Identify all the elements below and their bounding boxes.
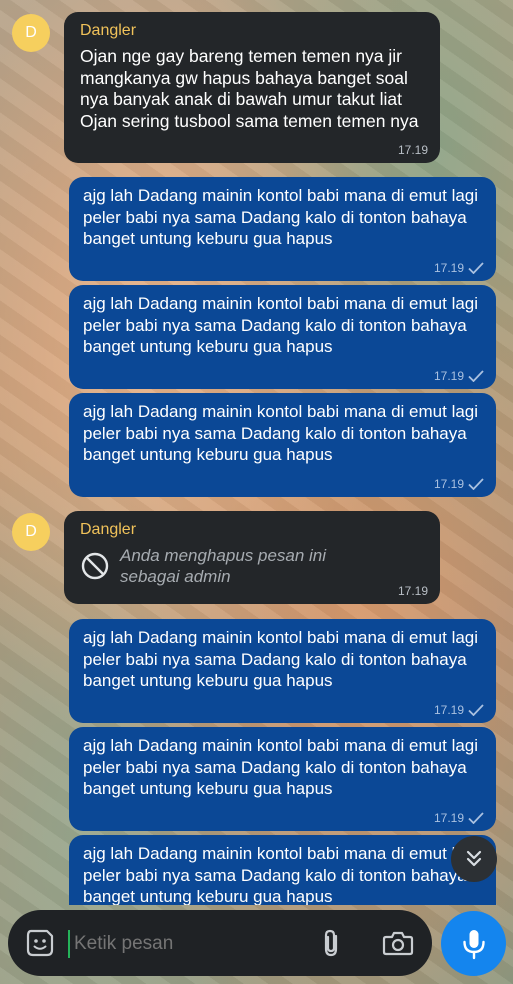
message-meta: 17.19 (434, 369, 484, 383)
prohibited-icon (81, 552, 109, 580)
outgoing-message[interactable]: ajg lah Dadang mainin kontol babi mana d… (69, 285, 496, 389)
microphone-icon (462, 929, 485, 959)
check-icon (468, 370, 484, 382)
deleted-message-text: Anda menghapus pesan ini sebagai admin (120, 546, 327, 586)
check-icon (468, 704, 484, 716)
message-text: ajg lah Dadang mainin kontol babi mana d… (83, 844, 478, 905)
incoming-message[interactable]: Dangler Ojan nge gay bareng temen temen … (64, 12, 440, 163)
sender-name: Dangler (80, 22, 137, 39)
check-icon (468, 262, 484, 274)
outgoing-message[interactable]: ajg lah Dadang mainin kontol babi mana d… (69, 177, 496, 281)
message-input[interactable] (68, 930, 286, 958)
message-text: ajg lah Dadang mainin kontol babi mana d… (83, 628, 483, 690)
message-meta: 17.19 (434, 477, 484, 491)
message-time: 17.19 (433, 261, 464, 275)
sender-avatar[interactable]: D (12, 14, 50, 52)
message-list[interactable]: D Dangler Ojan nge gay bareng temen teme… (0, 0, 513, 905)
message-time: 17.19 (397, 584, 428, 598)
message-composer (8, 910, 432, 976)
outgoing-message[interactable]: ajg lah Dadang mainin kontol babi mana d… (69, 619, 496, 723)
message-time: 17.19 (397, 143, 428, 157)
double-chevron-down-icon (466, 850, 482, 867)
avatar-initial: D (25, 523, 37, 540)
outgoing-message[interactable]: ajg lah Dadang mainin kontol babi mana d… (69, 393, 496, 497)
check-icon (468, 478, 484, 490)
message-time: 17.19 (433, 477, 464, 491)
message-meta: 17.19 (398, 143, 428, 157)
message-text: ajg lah Dadang mainin kontol babi mana d… (83, 736, 483, 798)
deleted-message-notice: Anda menghapus pesan ini sebagai admin (80, 545, 424, 587)
voice-record-button[interactable] (441, 911, 506, 976)
incoming-message-deleted[interactable]: Dangler Anda menghapus pesan ini sebagai… (64, 511, 440, 604)
sender-name: Dangler (80, 521, 137, 538)
message-meta: 17.19 (398, 584, 428, 598)
sender-avatar[interactable]: D (12, 513, 50, 551)
camera-icon[interactable] (382, 928, 414, 958)
paperclip-icon[interactable] (318, 928, 346, 958)
avatar-initial: D (25, 24, 37, 41)
check-icon (468, 812, 484, 824)
outgoing-message[interactable]: ajg lah Dadang mainin kontol babi mana d… (69, 835, 496, 905)
message-time: 17.19 (433, 703, 464, 717)
sticker-icon[interactable] (25, 928, 55, 958)
message-meta: 17.19 (434, 703, 484, 717)
message-text: ajg lah Dadang mainin kontol babi mana d… (83, 186, 483, 248)
message-meta: 17.19 (434, 261, 484, 275)
message-text: Ojan nge gay bareng temen temen nya jir … (80, 46, 419, 131)
message-meta: 17.19 (434, 811, 484, 825)
outgoing-message[interactable]: ajg lah Dadang mainin kontol babi mana d… (69, 727, 496, 831)
message-text: ajg lah Dadang mainin kontol babi mana d… (83, 402, 483, 464)
scroll-to-bottom-button[interactable] (451, 836, 497, 882)
message-time: 17.19 (433, 811, 464, 825)
message-text: ajg lah Dadang mainin kontol babi mana d… (83, 294, 483, 356)
message-time: 17.19 (433, 369, 464, 383)
